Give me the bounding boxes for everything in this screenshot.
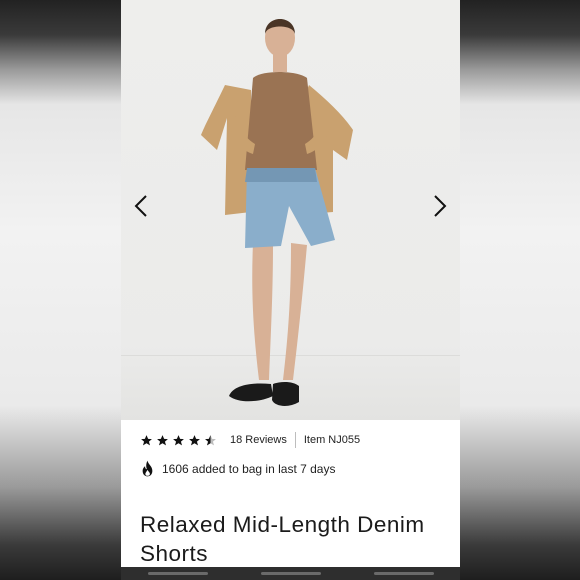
rating-row: 18 Reviews Item NJ055 — [140, 432, 360, 448]
product-info: 18 Reviews Item NJ055 1606 added to bag … — [121, 420, 460, 580]
fire-icon — [142, 460, 153, 477]
chevron-left-icon — [134, 195, 147, 217]
product-title: Relaxed Mid-Length Denim Shorts — [140, 512, 425, 566]
reviews-link[interactable]: 18 Reviews — [230, 434, 287, 446]
divider — [294, 432, 296, 448]
prev-image-button[interactable] — [130, 193, 152, 219]
next-image-button[interactable] — [429, 193, 451, 219]
toolbar-segment — [260, 572, 321, 575]
model-illustration — [201, 19, 353, 406]
star-full-icon — [189, 434, 200, 445]
item-number: Item NJ055 — [303, 434, 361, 446]
chevron-right-icon — [434, 195, 447, 217]
star-rating[interactable] — [140, 434, 217, 447]
star-full-icon — [173, 434, 184, 445]
toolbar-segment — [147, 572, 208, 575]
added-to-bag-text: 1606 added to bag in last 7 days — [162, 461, 336, 476]
star-full-icon — [157, 434, 168, 445]
bottom-toolbar — [121, 567, 460, 580]
added-to-bag-notice: 1606 added to bag in last 7 days — [140, 460, 335, 477]
product-image[interactable] — [121, 0, 460, 420]
star-half-icon — [205, 434, 216, 445]
side-background-left — [0, 0, 121, 580]
product-page: 18 Reviews Item NJ055 1606 added to bag … — [121, 0, 460, 580]
toolbar-segment — [373, 572, 434, 575]
star-full-icon — [141, 434, 152, 445]
side-background-right — [459, 0, 580, 580]
